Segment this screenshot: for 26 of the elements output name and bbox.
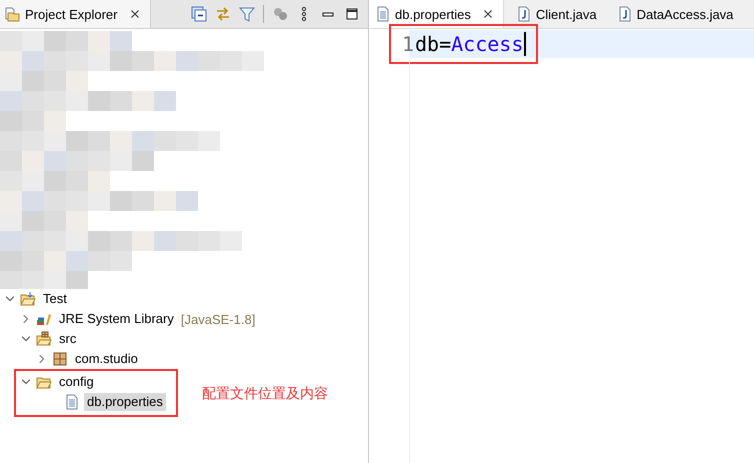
editor-tab[interactable]: Client.java	[510, 0, 605, 28]
document-icon	[64, 394, 80, 410]
tree-item[interactable]: com.studio	[72, 350, 141, 368]
filter-icon[interactable]	[239, 6, 255, 22]
books-icon	[36, 311, 52, 327]
maximize-icon[interactable]	[344, 6, 360, 22]
annotation-text: 配置文件位置及内容	[202, 385, 328, 403]
tree-item[interactable]: db.properties	[84, 393, 166, 411]
code-text[interactable]: db=Access	[415, 32, 526, 56]
explorer-icon	[4, 6, 20, 22]
tree-item[interactable]: JRE System Library	[56, 310, 177, 328]
tree-item[interactable]: src	[56, 330, 80, 348]
document-icon	[375, 6, 391, 22]
java-file-icon	[616, 6, 633, 22]
package-icon	[52, 351, 68, 367]
collapse-all-icon[interactable]	[191, 6, 207, 22]
tree-item[interactable]: config	[56, 373, 97, 391]
project-explorer-tab[interactable]: Project Explorer	[0, 0, 152, 28]
java-file-icon	[516, 6, 532, 22]
tree-item[interactable]: Test	[40, 290, 70, 308]
editor-tab[interactable]: DataAccess.java	[610, 0, 742, 28]
line-number: 1	[400, 32, 415, 56]
project-folder-icon	[20, 291, 36, 307]
editor-tab[interactable]: db.properties	[369, 0, 504, 28]
package-folder-icon	[36, 331, 52, 347]
tree-item-decoration: [JavaSE-1.8]	[180, 312, 256, 326]
